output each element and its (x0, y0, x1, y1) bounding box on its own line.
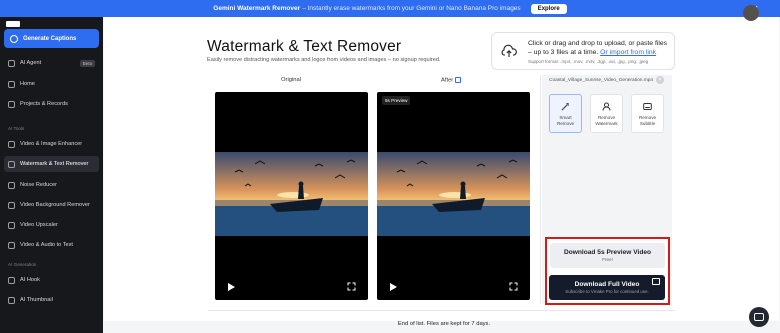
after-header: After (441, 77, 462, 84)
download-full-label: Download Full Video (574, 281, 640, 288)
sidebar-item-label: Watermark & Text Remover (20, 161, 89, 167)
download-full-button[interactable]: Download Full Video Subscribe to Vmake P… (549, 275, 665, 300)
pro-crown-icon (652, 278, 660, 285)
sidebar-item-home[interactable]: Home (4, 76, 99, 92)
panel-divider (540, 75, 541, 304)
supported-formats: Support format: .mp4, .mov, .m4v, .3gp, … (528, 59, 649, 64)
sidebar-item-ai-agent[interactable]: AI Agent Beta (4, 55, 99, 71)
logo[interactable] (6, 21, 20, 27)
sidebar-item-upscaler[interactable]: Video Upscaler (4, 217, 99, 233)
banner-title: Gemini Watermark Remover (213, 5, 301, 12)
beta-badge: Beta (79, 59, 95, 67)
section-label-ai-generation: AI Generation (8, 262, 37, 267)
import-from-link[interactable]: Or import from link (600, 49, 656, 56)
promo-banner: Gemini Watermark Remover – Instantly era… (0, 0, 780, 17)
avatar[interactable] (743, 5, 759, 21)
sidebar-item-label: AI Hook (20, 277, 40, 283)
fullscreen-icon[interactable] (347, 282, 356, 291)
remove-file-icon[interactable]: × (656, 76, 664, 84)
sidebar-item-audio-to-text[interactable]: Video & Audio to Text (4, 237, 99, 253)
smart-remove-option[interactable]: Smart Remove (549, 94, 582, 133)
sidebar-item-label: Video Upscaler (20, 222, 58, 228)
remove-watermark-option[interactable]: Remove Watermark (590, 94, 623, 133)
background-icon (8, 201, 15, 209)
sidebar-item-projects[interactable]: Projects & Records (4, 96, 99, 112)
download-preview-label: Download 5s Preview Video (563, 249, 652, 256)
remove-subtitle-option[interactable]: Remove Subtitle (631, 94, 664, 133)
page-subtitle: Easily remove distracting watermarks and… (207, 57, 441, 63)
fullscreen-icon[interactable] (509, 282, 518, 291)
eraser-icon (8, 160, 15, 168)
upload-dropzone[interactable]: Click or drag and drop to upload, or pas… (491, 32, 675, 70)
download-preview-button[interactable]: Download 5s Preview Video Free! (550, 243, 665, 268)
home-icon (8, 80, 15, 88)
original-label: Original (281, 77, 301, 83)
play-icon[interactable] (390, 283, 397, 291)
generate-captions-button[interactable]: Generate Captions (4, 29, 99, 48)
tool-label-line2: Subtitle (639, 120, 656, 126)
cloud-upload-icon (501, 44, 517, 57)
sidebar-item-label: Video & Image Enhancer (20, 141, 83, 147)
sidebar-item-label: Noise Reducer (20, 182, 57, 188)
sidebar-item-label: Home (20, 81, 35, 87)
footer-text: End of list. Files are kept for 7 days. (397, 321, 491, 327)
sidebar-item-label: AI Agent (20, 60, 42, 66)
enhance-icon (8, 140, 15, 148)
transcript-icon (8, 241, 15, 249)
footer-divider (208, 310, 675, 311)
magic-wand-icon (455, 77, 462, 83)
sidebar-item-ai-hook[interactable]: AI Hook (4, 272, 99, 288)
preview-badge: 5s Preview (382, 96, 411, 105)
upscale-icon (8, 221, 15, 229)
sidebar-item-watermark-remover[interactable]: Watermark & Text Remover (4, 156, 99, 172)
agent-icon (8, 59, 15, 67)
file-name: Coastal_Village_Sunrise_Video_Generation… (549, 78, 654, 83)
download-preview-sub: Free! (602, 257, 613, 262)
sidebar-item-enhancer[interactable]: Video & Image Enhancer (4, 136, 99, 152)
video-frame-image (215, 152, 368, 236)
page-title: Watermark & Text Remover (207, 38, 402, 55)
tool-label-line2: Remove (556, 120, 575, 126)
audio-wave-icon (8, 181, 15, 189)
play-icon[interactable] (228, 283, 235, 291)
generate-captions-label: Generate Captions (23, 35, 77, 42)
plus-circle-icon (10, 34, 18, 43)
banner-subtitle: – Instantly erase watermarks from your G… (302, 5, 521, 12)
sidebar-item-label: AI Thumbnail (20, 297, 53, 303)
tool-label-line2: Watermark (595, 120, 618, 126)
person-icon (602, 102, 611, 111)
sidebar-item-noise-reducer[interactable]: Noise Reducer (4, 177, 99, 193)
magic-wand-icon (561, 102, 569, 111)
image-icon (8, 296, 15, 304)
section-label-ai-tools: AI Tools (8, 126, 25, 131)
folder-icon (8, 100, 15, 108)
sidebar-item-label: Projects & Records (20, 101, 68, 107)
explore-button[interactable]: Explore (530, 3, 567, 14)
upload-limit: – up to 3 files at a time. (528, 49, 599, 56)
chat-bubble-icon (754, 313, 764, 321)
sidebar-item-label: Video Background Remover (20, 202, 90, 208)
sidebar-item-background-remover[interactable]: Video Background Remover (4, 197, 99, 213)
hook-icon (8, 276, 15, 284)
chat-support-button[interactable] (749, 307, 769, 327)
after-video-player[interactable]: 5s Preview (377, 92, 530, 300)
sidebar: Generate Captions AI Agent Beta Home Pro… (0, 17, 103, 333)
sidebar-item-label: Video & Audio to Text (20, 242, 73, 248)
subtitle-icon (643, 103, 652, 110)
sidebar-item-ai-thumbnail[interactable]: AI Thumbnail (4, 292, 99, 308)
list-footer: End of list. Files are kept for 7 days. (0, 321, 780, 327)
download-full-sub: Subscribe to Vmake Pro for continued use… (565, 289, 649, 294)
video-frame-image (377, 152, 530, 236)
original-video-player[interactable] (215, 92, 368, 300)
after-label: After (441, 77, 454, 84)
upload-instruction: Click or drag and drop to upload, or pas… (528, 40, 668, 47)
upload-limit-line: – up to 3 files at a time. Or import fro… (528, 49, 656, 56)
